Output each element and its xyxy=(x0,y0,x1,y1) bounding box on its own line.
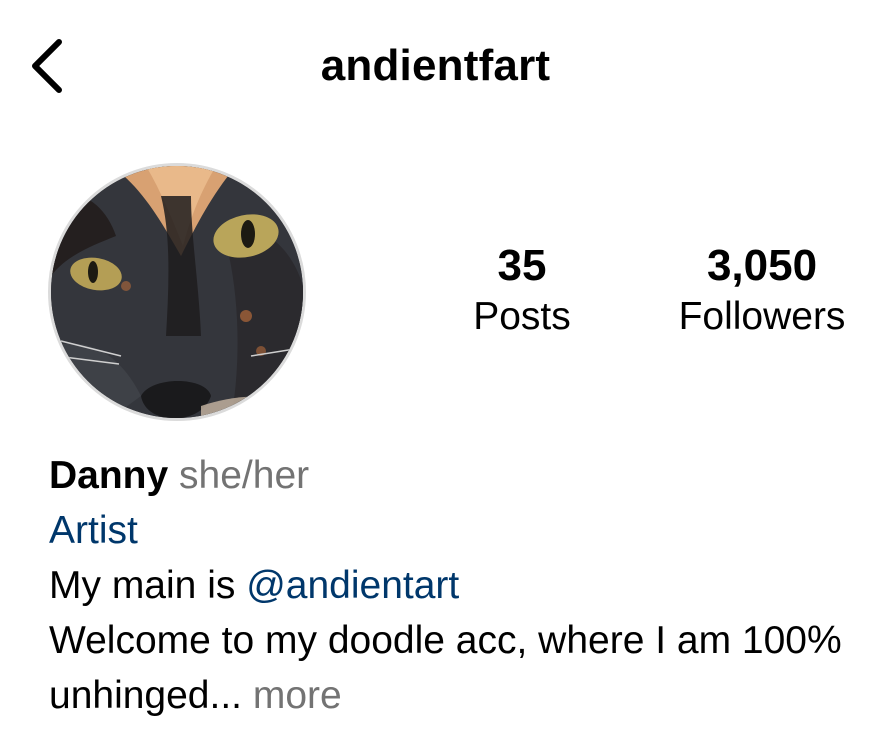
bio-category-line: Artist xyxy=(49,503,871,558)
profile-bio: Danny she/her Artist My main is @andient… xyxy=(49,448,871,723)
top-navigation-bar: andientfart xyxy=(0,0,871,130)
profile-category: Artist xyxy=(49,509,138,552)
posts-count: 35 xyxy=(497,241,547,290)
followers-count-stat[interactable]: 3,050 Followers xyxy=(664,240,860,342)
bio-description-line: Welcome to my doodle acc, where I am 100… xyxy=(49,619,842,662)
followers-count: 3,050 xyxy=(706,241,818,290)
bio-truncated-text: unhinged... xyxy=(49,674,243,717)
more-button[interactable]: more xyxy=(253,674,342,717)
bio-description-line-2: unhinged... more xyxy=(49,668,871,723)
pronouns: she/her xyxy=(179,454,310,497)
mention-link[interactable]: @andientart xyxy=(246,564,459,607)
posts-label: Posts xyxy=(473,295,571,338)
profile-avatar[interactable] xyxy=(48,163,306,421)
profile-username-title: andientfart xyxy=(320,41,551,90)
avatar-image xyxy=(51,166,303,418)
display-name: Danny xyxy=(49,454,169,497)
bio-text-prefix: My main is xyxy=(49,564,247,607)
bio-name-line: Danny she/her xyxy=(49,448,871,503)
bio-main-account-line: My main is @andientart xyxy=(49,558,871,613)
followers-label: Followers xyxy=(678,295,846,338)
posts-count-stat[interactable]: 35 Posts xyxy=(462,240,582,342)
